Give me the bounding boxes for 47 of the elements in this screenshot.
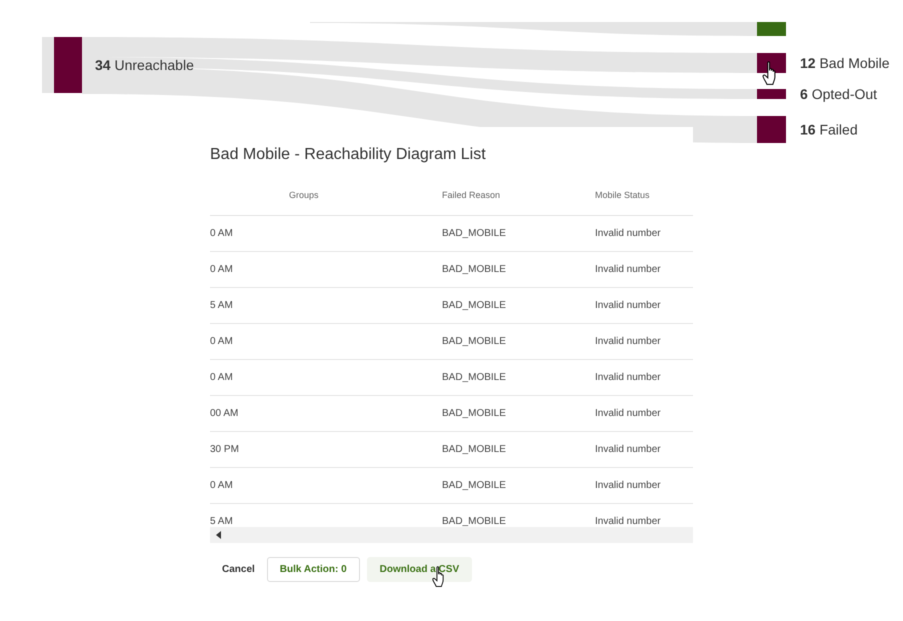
horizontal-scrollbar[interactable]: [210, 527, 693, 543]
diagram-node[interactable]: [757, 53, 786, 73]
dialog-title: Bad Mobile - Reachability Diagram List: [210, 145, 487, 165]
table-cell: Invalid number: [595, 372, 661, 383]
dialog-button[interactable]: Cancel: [210, 557, 260, 582]
diagram-node[interactable]: [757, 89, 786, 99]
node-label: 12 Bad Mobile: [800, 55, 890, 71]
table-cell: BAD_MOBILE: [442, 300, 506, 311]
table-cell: BAD_MOBILE: [442, 444, 506, 455]
flow-band: [42, 37, 54, 93]
table-cell: 30 PM: [210, 444, 239, 455]
table-cell: Invalid number: [595, 336, 661, 347]
table-cell: 0 AM: [210, 228, 233, 239]
table-cell: Invalid number: [595, 228, 661, 239]
table-cell: Invalid number: [595, 480, 661, 491]
dialog-button[interactable]: Download a CSV: [366, 557, 472, 582]
column-header: Groups: [289, 190, 319, 200]
table-cell: 0 AM: [210, 480, 233, 491]
dialog-button[interactable]: Bulk Action: 0: [266, 557, 360, 582]
table-cell: Invalid number: [595, 408, 661, 419]
table-cell: Invalid number: [595, 444, 661, 455]
table-cell: 0 AM: [210, 372, 233, 383]
table-cell: 0 AM: [210, 264, 233, 275]
table-cell: BAD_MOBILE: [442, 372, 506, 383]
table-cell: BAD_MOBILE: [442, 264, 506, 275]
table-cell: Invalid number: [595, 516, 661, 527]
table-cell: Invalid number: [595, 264, 661, 275]
table-cell: 0 AM: [210, 336, 233, 347]
table-cell: 00 AM: [210, 408, 238, 419]
table-cell: BAD_MOBILE: [442, 228, 506, 239]
table-cell: 5 AM: [210, 516, 233, 527]
hand-cursor-icon: [761, 61, 777, 85]
table-cell: BAD_MOBILE: [442, 336, 506, 347]
node-label: 6 Opted-Out: [800, 86, 878, 102]
table-cell: BAD_MOBILE: [442, 408, 506, 419]
node-label: 34 Unreachable: [95, 57, 194, 73]
scroll-left-arrow-icon[interactable]: [216, 531, 221, 539]
table-cell: Invalid number: [595, 300, 661, 311]
table-cell: BAD_MOBILE: [442, 480, 506, 491]
table-cell: 5 AM: [210, 300, 233, 311]
diagram-node[interactable]: [54, 37, 82, 93]
column-header: Failed Reason: [442, 190, 500, 200]
diagram-node[interactable]: [757, 22, 786, 36]
column-header: Mobile Status: [595, 190, 650, 200]
table-cell: BAD_MOBILE: [442, 516, 506, 527]
node-label: 16 Failed: [800, 122, 858, 138]
diagram-node[interactable]: [757, 116, 786, 143]
